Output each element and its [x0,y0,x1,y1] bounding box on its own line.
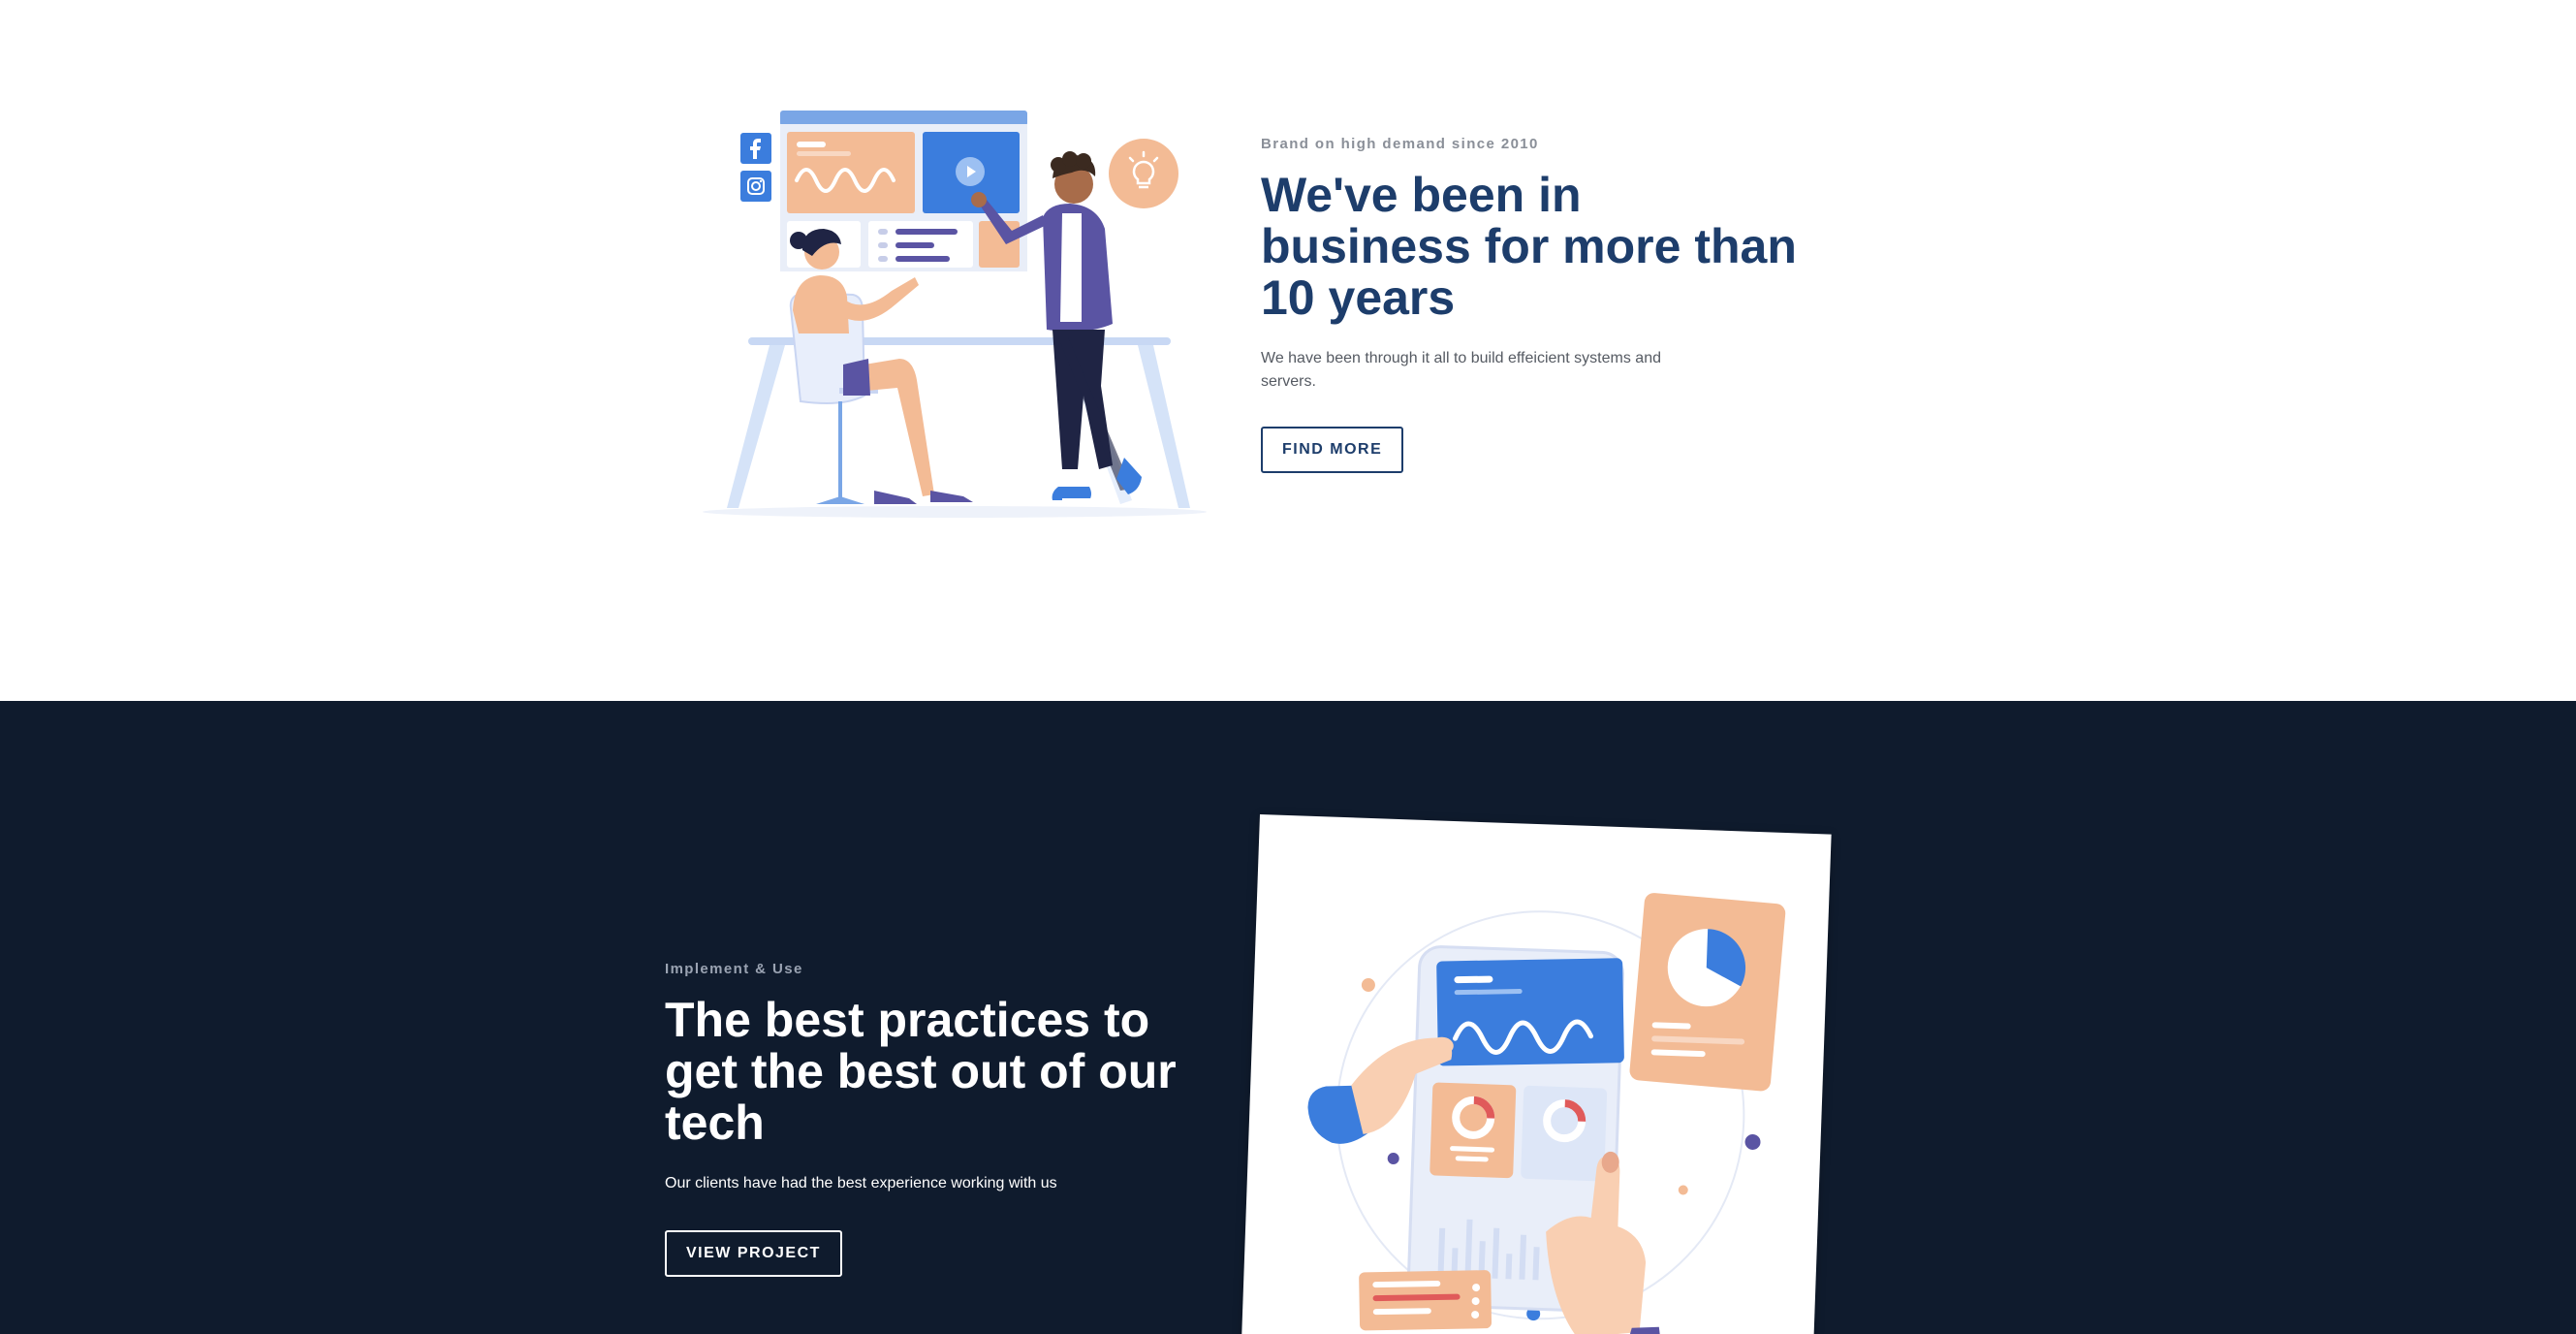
practices-eyebrow: Implement & Use [665,961,803,977]
play-icon[interactable] [956,157,985,186]
lightbulb-icon [1109,139,1178,208]
practices-text-block: Implement & Use The best practices to ge… [665,961,1208,1277]
about-eyebrow: Brand on high demand since 2010 [1261,136,1539,152]
about-section: Brand on high demand since 2010 We've be… [0,0,2576,701]
facebook-icon[interactable] [740,133,771,164]
find-more-button[interactable]: FIND MORE [1261,427,1404,473]
practices-headline: The best practices to get the best out o… [665,993,1177,1150]
about-text-block: Brand on high demand since 2010 We've be… [1261,136,1842,473]
about-body: We have been through it all to build eff… [1261,350,1661,390]
view-project-button[interactable]: VIEW PROJECT [665,1230,842,1277]
practices-body: Our clients have had the best experience… [665,1175,1057,1191]
instagram-icon[interactable] [740,171,771,202]
dashboard-illustration-card [1241,814,1832,1334]
about-headline: We've been in business for more than 10 … [1261,168,1797,325]
practices-section: Implement & Use The best practices to ge… [0,701,2576,1334]
